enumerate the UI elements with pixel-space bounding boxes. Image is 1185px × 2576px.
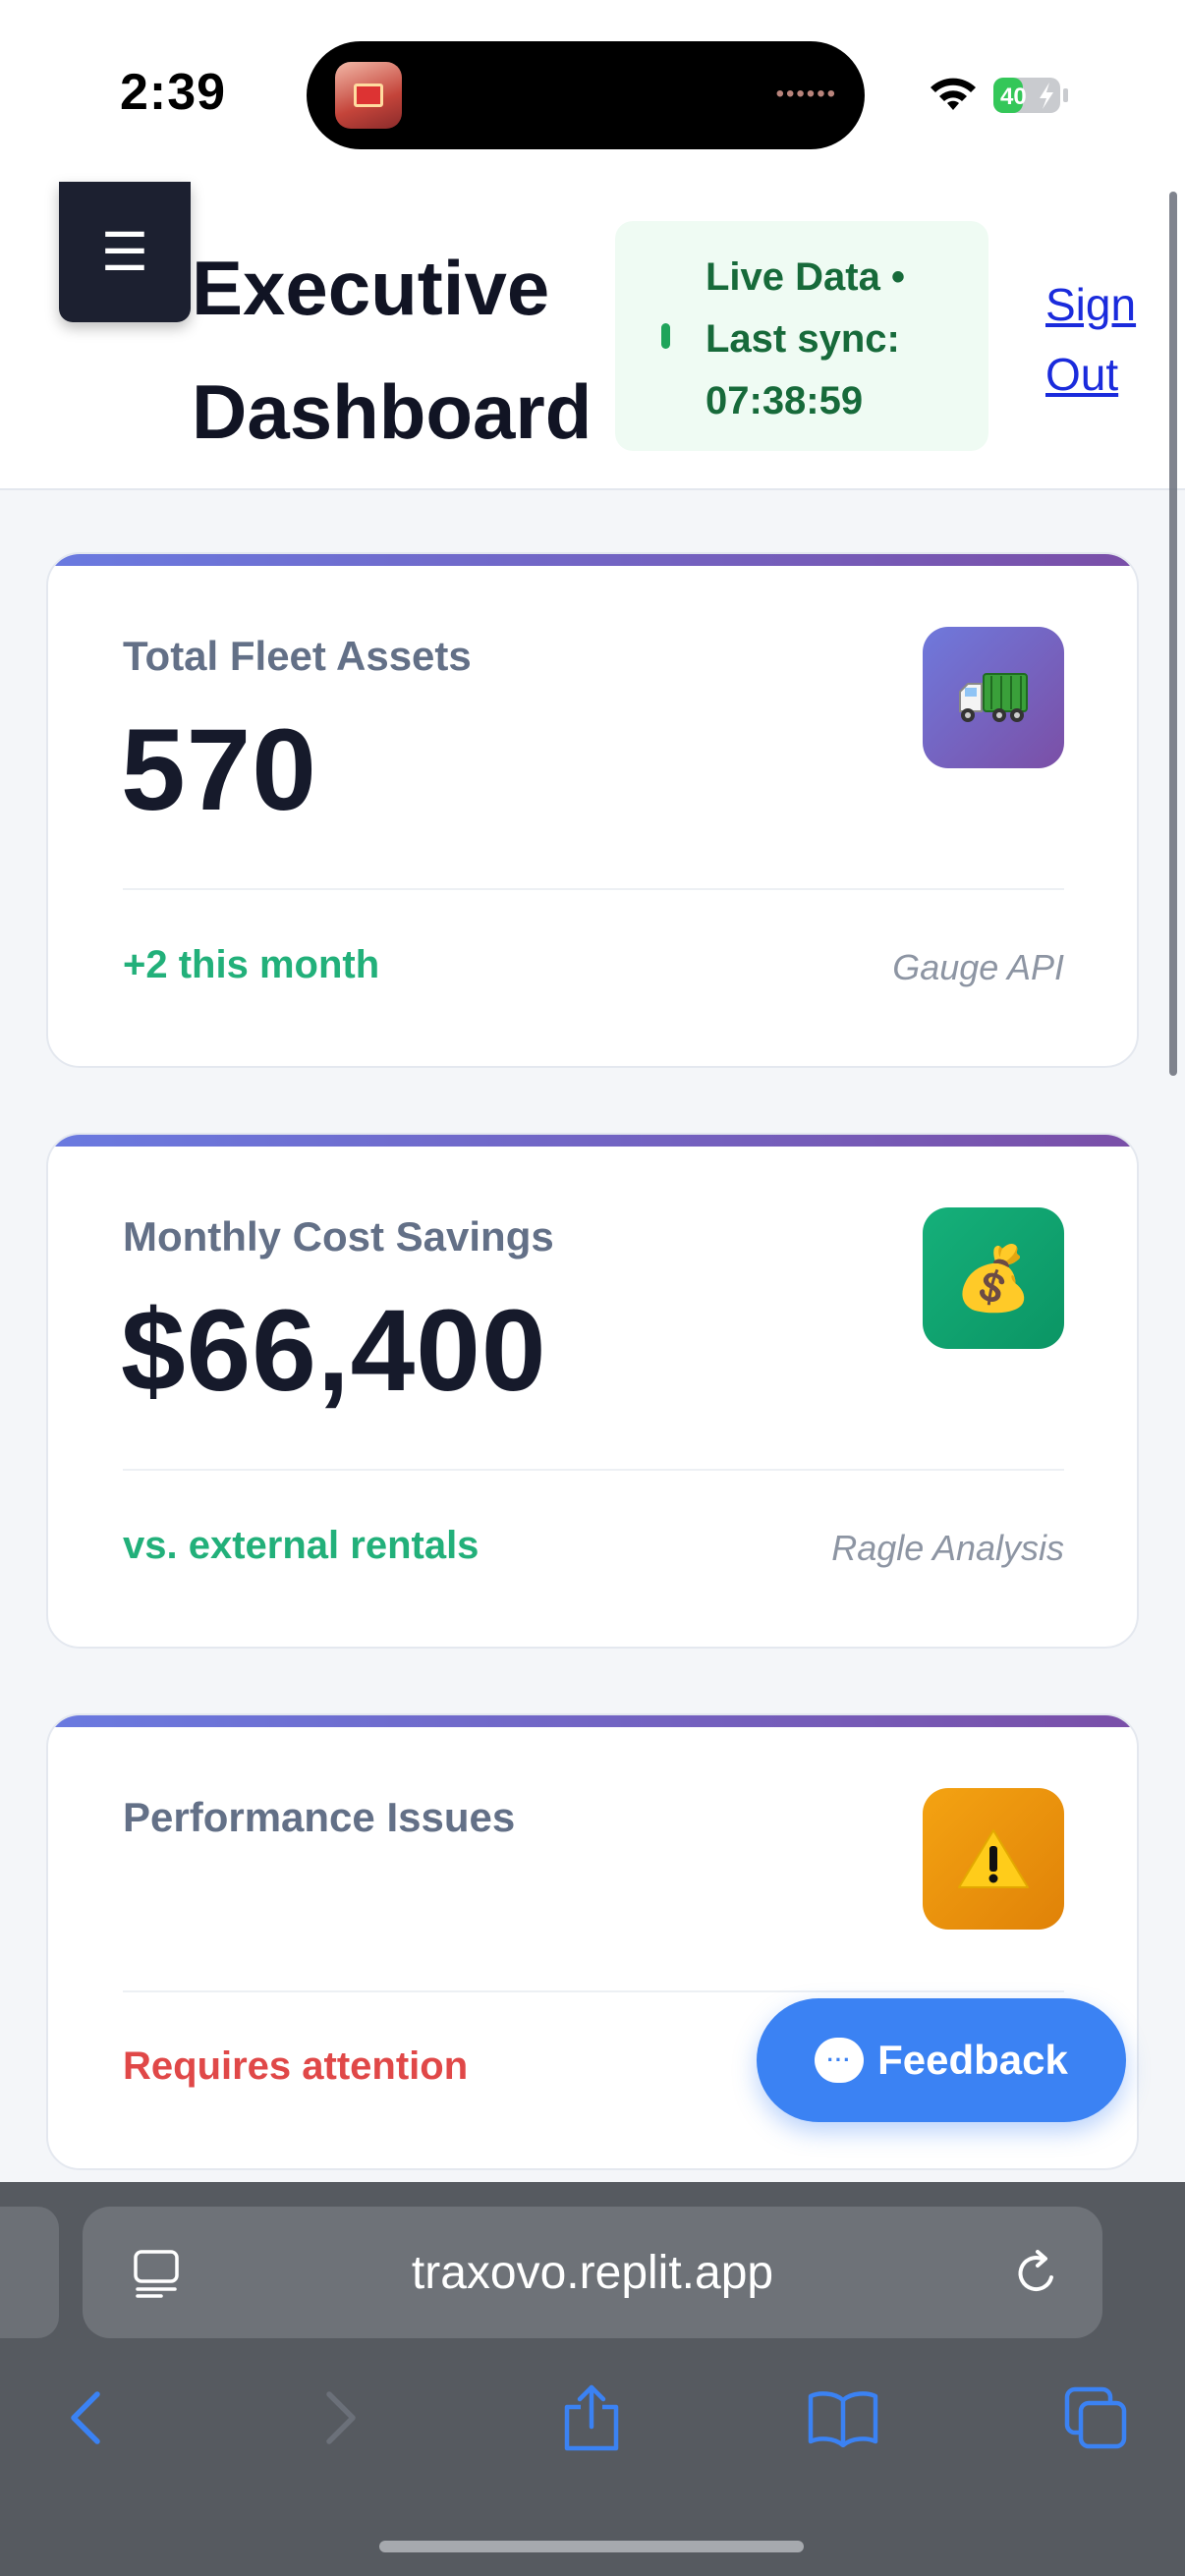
browser-nav-row xyxy=(0,2379,1185,2487)
app-header: ☰ Executive Dashboard Live Data • Last s… xyxy=(0,182,1185,490)
kpi-trend-note: vs. external rentals xyxy=(123,1524,480,1567)
share-icon[interactable] xyxy=(552,2379,631,2457)
live-sync-text: Live Data • Last sync: 07:38:59 xyxy=(705,255,905,422)
menu-button[interactable]: ☰ xyxy=(59,182,191,322)
reload-icon[interactable] xyxy=(1012,2248,1063,2299)
page-title-line2: Dashboard xyxy=(192,368,592,455)
feedback-label: Feedback xyxy=(877,2037,1068,2083)
page-title-line1: Executive xyxy=(192,245,550,331)
kpi-label: Total Fleet Assets xyxy=(123,633,472,679)
island-activity-dots: •••••• xyxy=(775,81,837,107)
kpi-alert-note: Requires attention xyxy=(123,2044,469,2088)
forward-icon[interactable] xyxy=(302,2379,380,2457)
kpi-value: 570 xyxy=(121,705,317,835)
card-divider xyxy=(123,1469,1064,1471)
battery-level: 40 xyxy=(1000,84,1027,110)
feedback-button[interactable]: ··· Feedback xyxy=(757,1998,1126,2122)
card-divider xyxy=(123,1990,1064,1992)
tabs-icon[interactable] xyxy=(1056,2379,1135,2457)
browser-toolbar: traxovo.replit.app xyxy=(0,2182,1185,2576)
truck-icon xyxy=(923,627,1064,768)
status-bar: 2:39 •••••• 40 xyxy=(0,0,1185,182)
money-bag-glyph: 💰 xyxy=(954,1242,1033,1314)
sign-out-link[interactable]: Sign Out xyxy=(1045,270,1163,410)
card-divider xyxy=(123,888,1064,890)
dynamic-island[interactable]: •••••• xyxy=(307,41,865,149)
page-title: Executive Dashboard xyxy=(192,226,624,474)
kpi-source: Gauge API xyxy=(892,947,1064,987)
hamburger-icon: ☰ xyxy=(100,222,149,282)
battery-icon: 40 xyxy=(993,78,1068,113)
kpi-card-fleet-assets[interactable]: Total Fleet Assets 570 +2 this month Gau… xyxy=(46,552,1139,1068)
kpi-label: Performance Issues xyxy=(123,1794,516,1840)
page-scrollbar[interactable] xyxy=(1169,192,1177,1076)
live-data-indicator: Live Data • Last sync: 07:38:59 xyxy=(615,221,988,451)
url-text: traxovo.replit.app xyxy=(411,2247,774,2299)
home-indicator[interactable] xyxy=(379,2541,804,2552)
address-bar[interactable]: traxovo.replit.app xyxy=(83,2207,1102,2338)
wifi-icon xyxy=(931,78,976,110)
live-dot-icon xyxy=(661,323,670,349)
kpi-source: Ragle Analysis xyxy=(831,1528,1064,1568)
kpi-card-cost-savings[interactable]: Monthly Cost Savings $66,400 💰 vs. exter… xyxy=(46,1133,1139,1649)
kpi-trend-note: +2 this month xyxy=(123,943,380,986)
back-icon[interactable] xyxy=(46,2379,125,2457)
now-playing-app-icon[interactable] xyxy=(335,62,402,129)
previous-tab-peek[interactable] xyxy=(0,2207,59,2338)
chat-bubble-icon: ··· xyxy=(815,2038,865,2083)
kpi-value: $66,400 xyxy=(121,1286,547,1416)
status-time: 2:39 xyxy=(120,64,227,121)
bookmarks-icon[interactable] xyxy=(804,2379,882,2457)
kpi-label: Monthly Cost Savings xyxy=(123,1213,554,1260)
money-bag-icon: 💰 xyxy=(923,1207,1064,1349)
warning-icon xyxy=(923,1788,1064,1930)
